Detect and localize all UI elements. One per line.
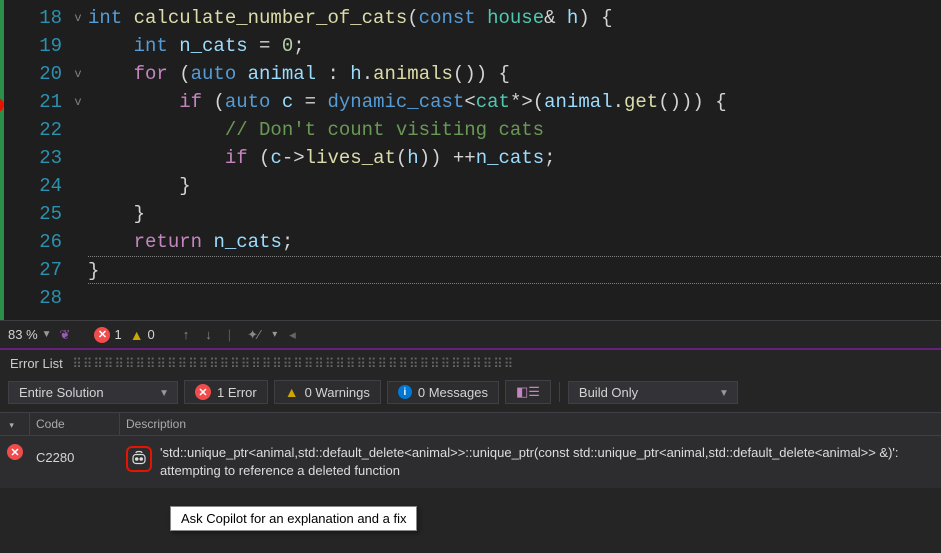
code-column-header[interactable]: Code — [30, 413, 120, 435]
fold-toggle-icon[interactable]: v — [68, 4, 88, 32]
caret-down-icon: ▼ — [42, 329, 52, 340]
arrow-down-icon[interactable]: ↓ — [201, 327, 216, 342]
error-list-panel: Error List ⠿⠿⠿⠿⠿⠿⠿⠿⠿⠿⠿⠿⠿⠿⠿⠿⠿⠿⠿⠿⠿⠿⠿⠿⠿⠿⠿⠿⠿… — [0, 350, 941, 553]
panel-grip-icon[interactable]: ⠿⠿⠿⠿⠿⠿⠿⠿⠿⠿⠿⠿⠿⠿⠿⠿⠿⠿⠿⠿⠿⠿⠿⠿⠿⠿⠿⠿⠿⠿⠿⠿⠿⠿⠿⠿⠿⠿⠿⠿… — [72, 356, 514, 371]
code-line[interactable]: } — [88, 200, 941, 228]
caret-down-icon[interactable]: ▾ — [272, 329, 277, 340]
code-line[interactable] — [88, 284, 941, 312]
error-count: 1 — [114, 327, 121, 342]
code-line[interactable]: int n_cats = 0; — [88, 32, 941, 60]
wand-icon[interactable]: ✦⁄ — [243, 327, 264, 343]
code-line[interactable]: if (c->lives_at(h)) ++n_cats; — [88, 144, 941, 172]
copilot-icon[interactable] — [126, 446, 152, 472]
error-icon: ✕ — [195, 384, 211, 400]
error-code: C2280 — [30, 440, 120, 469]
error-list-toolbar: Entire Solution ▼ ✕ 1 Error ▲ 0 Warnings… — [0, 376, 941, 412]
code-line[interactable]: } — [88, 256, 941, 284]
messages-filter-button[interactable]: i 0 Messages — [387, 381, 499, 404]
arrow-left-icon[interactable]: ◂ — [285, 327, 300, 343]
separator — [559, 382, 560, 402]
fold-toggle-icon[interactable]: v — [68, 88, 88, 116]
code-line[interactable]: for (auto animal : h.animals()) { — [88, 60, 941, 88]
separator: | — [228, 327, 231, 342]
error-description: 'std::unique_ptr<animal,std::default_del… — [160, 444, 935, 480]
warning-count: 0 — [148, 327, 155, 342]
warning-icon: ▲ — [285, 384, 299, 400]
zoom-control[interactable]: 83 % ▼ — [8, 327, 52, 342]
warnings-filter-button[interactable]: ▲ 0 Warnings — [274, 380, 381, 404]
grid-header[interactable]: ▾ Code Description — [0, 413, 941, 436]
code-pill-icon: ◧☰ — [516, 384, 540, 400]
breakpoint-gutter[interactable] — [4, 0, 16, 320]
code-line[interactable]: } — [88, 172, 941, 200]
build-scope-combobox[interactable]: Build Only ▼ — [568, 381, 738, 404]
code-area[interactable]: int calculate_number_of_cats(const house… — [88, 0, 941, 320]
fold-gutter[interactable]: vvv — [68, 0, 88, 320]
icon-column-header[interactable]: ▾ — [0, 413, 30, 435]
scope-combobox[interactable]: Entire Solution ▼ — [8, 381, 178, 404]
error-count-button[interactable]: ✕ 1 — [94, 327, 121, 343]
editor-status-bar: 83 % ▼ ❦ ✕ 1 ▲ 0 ↑ ↓ | ✦⁄ ▾ ◂ — [0, 320, 941, 350]
warning-count-button[interactable]: ▲ 0 — [130, 327, 155, 343]
warning-icon: ▲ — [130, 327, 144, 343]
zoom-value: 83 % — [8, 327, 38, 342]
line-number-gutter: 1819202122232425262728 — [16, 0, 68, 320]
code-editor[interactable]: 1819202122232425262728 vvv int calculate… — [0, 0, 941, 320]
arrow-up-icon[interactable]: ↑ — [179, 327, 194, 342]
panel-title: Error List ⠿⠿⠿⠿⠿⠿⠿⠿⠿⠿⠿⠿⠿⠿⠿⠿⠿⠿⠿⠿⠿⠿⠿⠿⠿⠿⠿⠿⠿… — [0, 350, 941, 376]
fold-toggle-icon[interactable]: v — [68, 60, 88, 88]
error-icon: ✕ — [7, 444, 23, 460]
code-line[interactable]: int calculate_number_of_cats(const house… — [88, 4, 941, 32]
code-line[interactable]: return n_cats; — [88, 228, 941, 256]
breakpoint-dot-icon[interactable] — [0, 98, 4, 112]
copilot-tooltip: Ask Copilot for an explanation and a fix — [170, 506, 417, 531]
description-column-header[interactable]: Description — [120, 413, 941, 435]
info-icon: i — [398, 385, 412, 399]
errors-filter-button[interactable]: ✕ 1 Error — [184, 380, 268, 404]
health-icon[interactable]: ❦ — [60, 327, 71, 343]
caret-down-icon: ▼ — [159, 388, 169, 399]
caret-down-icon: ▼ — [719, 388, 729, 399]
code-line[interactable]: if (auto c = dynamic_cast<cat*>(animal.g… — [88, 88, 941, 116]
error-grid: ▾ Code Description ✕ C2280 'std::unique_… — [0, 412, 941, 488]
error-icon: ✕ — [94, 327, 110, 343]
error-row[interactable]: ✕ C2280 'std::unique_ptr<animal,std::def… — [0, 436, 941, 488]
code-line[interactable]: // Don't count visiting cats — [88, 116, 941, 144]
show-codes-button[interactable]: ◧☰ — [505, 380, 551, 404]
